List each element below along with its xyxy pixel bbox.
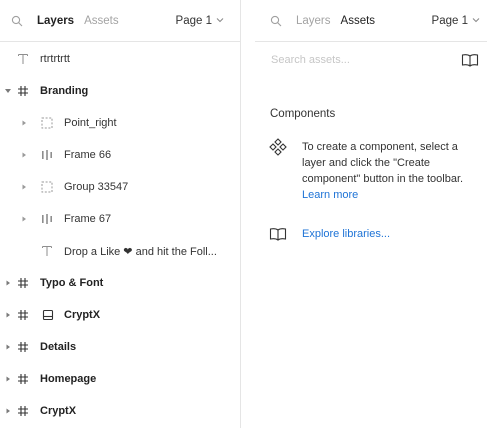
caret-right-icon[interactable] — [3, 278, 13, 288]
layer-label: CryptX — [64, 309, 101, 321]
layers-panel: Layers Assets Page 1 rtrtrtrtt Branding … — [0, 0, 240, 428]
layer-row[interactable]: Group 33547 — [0, 171, 240, 203]
layer-label: Group 33547 — [64, 181, 129, 193]
layer-label: Point_right — [64, 117, 117, 129]
layer-label: Drop a Like ❤ and hit the Foll... — [64, 245, 217, 258]
tab-layers[interactable]: Layers — [291, 15, 336, 27]
frame-hash-icon — [15, 403, 31, 419]
chevron-down-icon — [472, 15, 480, 27]
layer-row[interactable]: Point_right — [0, 107, 240, 139]
tab-assets[interactable]: Assets — [79, 15, 124, 27]
layer-row[interactable]: Branding — [0, 75, 240, 107]
assets-panel: Layers Assets Page 1 Search assets... Co… — [255, 0, 487, 428]
page-selector[interactable]: Page 1 — [432, 0, 480, 41]
components-empty-state: To create a component, select a layer an… — [302, 139, 478, 203]
layer-label: Frame 67 — [64, 213, 112, 225]
layers-list: rtrtrtrtt Branding Point_right Frame 66 … — [0, 43, 240, 427]
caret-right-icon[interactable] — [19, 214, 29, 224]
page-selector[interactable]: Page 1 — [176, 0, 224, 41]
layer-row[interactable]: CryptX — [0, 299, 240, 331]
layer-row[interactable]: Homepage — [0, 363, 240, 395]
text-icon — [15, 51, 31, 67]
caret-right-icon[interactable] — [3, 310, 13, 320]
search-icon[interactable] — [2, 0, 32, 41]
layer-label: Frame 66 — [64, 149, 112, 161]
page-selector-label: Page 1 — [175, 14, 212, 27]
layer-row[interactable]: CryptX — [0, 395, 240, 427]
component-icon — [269, 138, 287, 159]
layer-row[interactable]: rtrtrtrtt — [0, 43, 240, 75]
layer-row[interactable]: Frame 66 — [0, 139, 240, 171]
tabbar-divider — [255, 41, 487, 42]
group-dashed-icon — [39, 179, 55, 195]
layer-label: Details — [40, 341, 77, 353]
frame-hash-icon — [15, 275, 31, 291]
caret-right-icon[interactable] — [3, 406, 13, 416]
layers-tabbar: Layers Assets Page 1 — [0, 0, 240, 41]
layer-row[interactable]: Drop a Like ❤ and hit the Foll... — [0, 235, 240, 267]
caret-right-icon[interactable] — [3, 342, 13, 352]
layer-label: rtrtrtrtt — [40, 53, 70, 65]
library-book-icon[interactable] — [461, 53, 479, 70]
layer-row[interactable]: Details — [0, 331, 240, 363]
panel-right-margin — [487, 0, 502, 428]
search-assets-input[interactable]: Search assets... — [271, 54, 350, 66]
text-icon — [39, 243, 55, 259]
component-frame-icon — [40, 307, 56, 323]
figma-panels: Layers Assets Page 1 rtrtrtrtt Branding … — [0, 0, 502, 428]
caret-down-icon[interactable] — [3, 86, 13, 96]
frame-hash-icon — [15, 307, 31, 323]
layer-label: Homepage — [40, 373, 97, 385]
auto-layout-icon — [39, 147, 55, 163]
explore-libraries-link[interactable]: Explore libraries... — [302, 228, 390, 240]
caret-right-icon[interactable] — [19, 182, 29, 192]
caret-right-icon[interactable] — [19, 118, 29, 128]
tab-assets[interactable]: Assets — [336, 15, 381, 27]
layer-label: Typo & Font — [40, 277, 104, 289]
layer-row[interactable]: Frame 67 — [0, 203, 240, 235]
frame-hash-icon — [15, 83, 31, 99]
components-empty-text: To create a component, select a layer an… — [302, 141, 464, 185]
tab-layers[interactable]: Layers — [32, 15, 79, 27]
panel-divider — [240, 0, 241, 428]
library-book-icon — [269, 227, 287, 244]
caret-right-icon[interactable] — [3, 374, 13, 384]
assets-tabbar: Layers Assets Page 1 — [255, 0, 487, 41]
group-dashed-icon — [39, 115, 55, 131]
search-icon[interactable] — [261, 0, 291, 41]
frame-hash-icon — [15, 339, 31, 355]
auto-layout-icon — [39, 211, 55, 227]
tabbar-divider — [0, 41, 240, 42]
page-selector-label: Page 1 — [431, 14, 468, 27]
layer-row[interactable]: Typo & Font — [0, 267, 240, 299]
learn-more-link[interactable]: Learn more — [302, 189, 358, 201]
chevron-down-icon — [216, 15, 224, 27]
caret-right-icon[interactable] — [19, 150, 29, 160]
layer-label: CryptX — [40, 405, 77, 417]
layer-label: Branding — [40, 85, 89, 97]
frame-hash-icon — [15, 371, 31, 387]
components-title: Components — [270, 108, 336, 120]
